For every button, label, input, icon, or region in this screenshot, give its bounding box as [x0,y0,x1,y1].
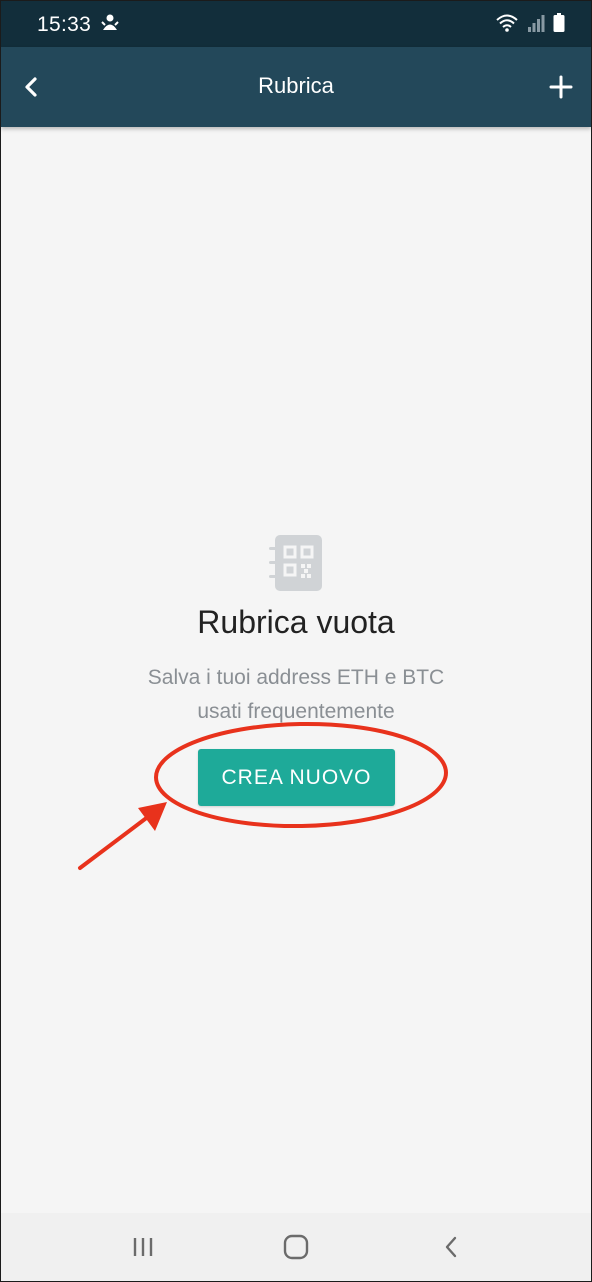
home-icon [283,1234,309,1260]
wifi-icon [495,13,519,38]
recents-button[interactable] [121,1227,165,1267]
annotation-arrow-line [78,811,155,870]
create-new-button[interactable]: CREA NUOVO [198,749,395,806]
app-screen: 15:33 Rubrica Rubrica vuota Salva i tuoi… [0,0,592,1282]
address-book-qr-icon [269,535,323,596]
plus-icon [549,75,573,99]
empty-state-title: Rubrica vuota [197,604,395,640]
annotation-arrowhead [138,802,167,831]
empty-state-subtitle: Salva i tuoi address ETH e BTC usati fre… [1,661,591,729]
status-icons [495,13,565,38]
navigation-bar [1,1213,591,1281]
app-bar: Rubrica [1,47,591,127]
recents-icon [133,1238,153,1256]
battery-icon [553,13,565,38]
status-bar: 15:33 [1,1,591,47]
signal-icon [527,13,545,38]
back-icon [445,1236,457,1258]
page-title: Rubrica [258,73,334,98]
empty-state-subtitle-line: usati frequentemente [197,700,395,723]
notification-icon [101,13,119,38]
home-button[interactable] [274,1227,318,1267]
annotation-overlay [78,721,448,870]
system-back-button[interactable] [429,1227,473,1267]
status-time: 15:33 [37,13,92,36]
add-contact-button[interactable] [541,67,581,107]
empty-state-subtitle-line: Salva i tuoi address ETH e BTC [147,666,445,689]
